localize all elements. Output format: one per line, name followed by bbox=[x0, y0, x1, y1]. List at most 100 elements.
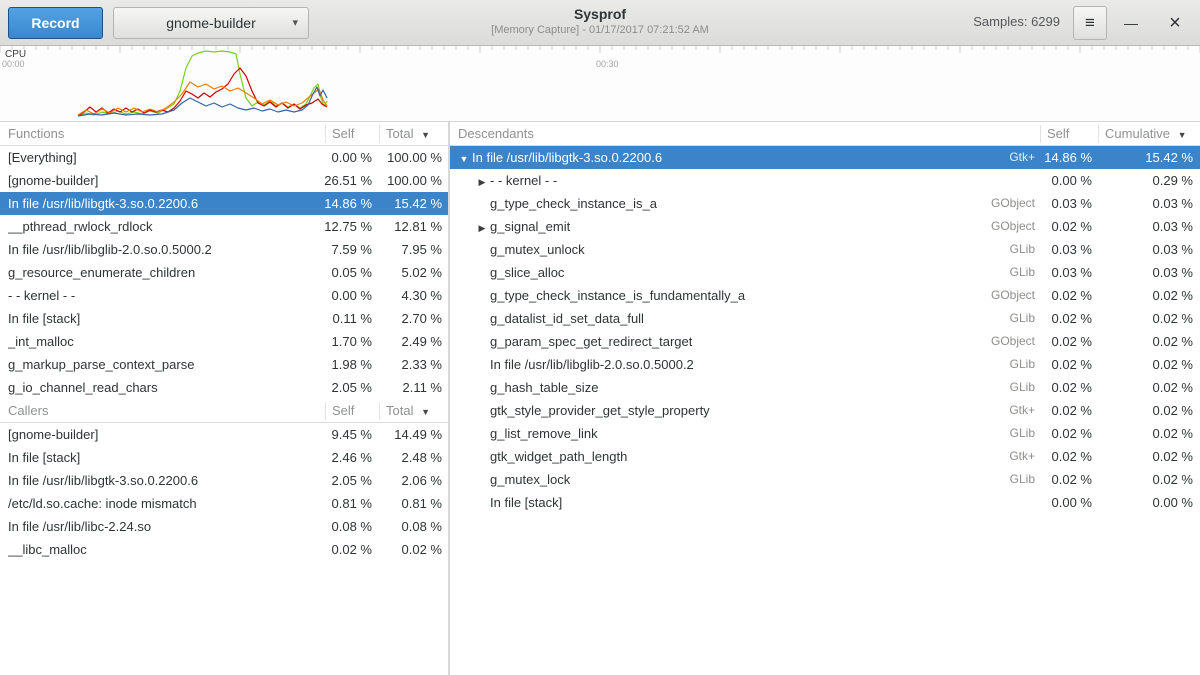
cell-library-name: GLib bbox=[1010, 238, 1035, 261]
table-row[interactable]: In file /usr/lib/libc-2.24.so0.08 %0.08 … bbox=[0, 515, 448, 538]
cell-function-name: ▶- - kernel - - bbox=[450, 169, 1030, 194]
cell-library-name: GObject bbox=[991, 215, 1035, 238]
cpu-graph[interactable]: CPU 00:00 00:30 bbox=[0, 46, 1200, 122]
tree-row[interactable]: ▶- - kernel - -0.00 %0.29 % bbox=[450, 169, 1200, 192]
table-row[interactable]: __libc_malloc0.02 %0.02 % bbox=[0, 538, 448, 561]
expander-icon[interactable]: ▶ bbox=[474, 217, 490, 240]
hamburger-icon: ≡ bbox=[1085, 13, 1095, 32]
table-row[interactable]: g_resource_enumerate_children0.05 %5.02 … bbox=[0, 261, 448, 284]
tree-row[interactable]: g_param_spec_get_redirect_targetGObject0… bbox=[450, 330, 1200, 353]
column-header-self[interactable]: Self bbox=[1047, 122, 1069, 146]
cell-cumulative-percent: 0.02 % bbox=[1153, 468, 1193, 491]
tree-row[interactable]: g_type_check_instance_is_fundamentally_a… bbox=[450, 284, 1200, 307]
time-tick-label-mid: 00:30 bbox=[596, 59, 619, 69]
cell-self-percent: 0.02 % bbox=[1052, 307, 1092, 330]
cell-total-percent: 2.06 % bbox=[402, 469, 442, 492]
cell-cumulative-percent: 0.03 % bbox=[1153, 238, 1193, 261]
close-button[interactable]: × bbox=[1160, 8, 1190, 38]
tree-row[interactable]: gtk_widget_path_lengthGtk+0.02 %0.02 % bbox=[450, 445, 1200, 468]
table-row[interactable]: In file /usr/lib/libgtk-3.so.0.2200.62.0… bbox=[0, 469, 448, 492]
table-row[interactable]: [gnome-builder]9.45 %14.49 % bbox=[0, 423, 448, 446]
column-header-total[interactable]: Total ▼ bbox=[386, 399, 430, 423]
callers-table-header: Callers Self Total ▼ bbox=[0, 399, 448, 423]
tree-row[interactable]: g_hash_table_sizeGLib0.02 %0.02 % bbox=[450, 376, 1200, 399]
function-name-label: g_slice_alloc bbox=[490, 265, 564, 280]
table-row[interactable]: _int_malloc1.70 %2.49 % bbox=[0, 330, 448, 353]
function-name-label: In file /usr/lib/libgtk-3.so.0.2200.6 bbox=[472, 150, 662, 165]
tree-row[interactable]: g_slice_allocGLib0.03 %0.03 % bbox=[450, 261, 1200, 284]
descendants-table-body: ▼In file /usr/lib/libgtk-3.so.0.2200.6 Gt… bbox=[450, 146, 1200, 514]
cell-total-percent: 2.33 % bbox=[402, 353, 442, 376]
cell-self-percent: 12.75 % bbox=[324, 215, 372, 238]
tree-row[interactable]: g_datalist_id_set_data_fullGLib0.02 %0.0… bbox=[450, 307, 1200, 330]
expander-icon[interactable]: ▼ bbox=[456, 148, 472, 171]
cell-self-percent: 0.08 % bbox=[332, 515, 372, 538]
table-row[interactable]: - - kernel - -0.00 %4.30 % bbox=[0, 284, 448, 307]
cell-library-name: GLib bbox=[1010, 376, 1035, 399]
cell-function-name: In file [stack] bbox=[450, 491, 1030, 514]
table-row[interactable]: [Everything]0.00 %100.00 % bbox=[0, 146, 448, 169]
table-row[interactable]: __pthread_rwlock_rdlock12.75 %12.81 % bbox=[0, 215, 448, 238]
table-row[interactable]: In file [stack]0.11 %2.70 % bbox=[0, 307, 448, 330]
tree-row[interactable]: ▼In file /usr/lib/libgtk-3.so.0.2200.6 Gt… bbox=[450, 146, 1200, 169]
function-name-label: g_param_spec_get_redirect_target bbox=[490, 334, 692, 349]
cell-self-percent: 0.02 % bbox=[1052, 330, 1092, 353]
column-header-total-label: Total bbox=[386, 126, 413, 141]
column-header-callers[interactable]: Callers bbox=[8, 399, 48, 423]
sort-descending-icon: ▼ bbox=[421, 407, 430, 417]
cell-function-name: - - kernel - - bbox=[8, 284, 322, 307]
tree-row[interactable]: g_type_check_instance_is_aGObject0.03 %0… bbox=[450, 192, 1200, 215]
tree-row[interactable]: g_mutex_unlockGLib0.03 %0.03 % bbox=[450, 238, 1200, 261]
function-name-label: g_type_check_instance_is_a bbox=[490, 196, 657, 211]
tree-row[interactable]: In file /usr/lib/libglib-2.0.so.0.5000.2… bbox=[450, 353, 1200, 376]
cell-cumulative-percent: 0.02 % bbox=[1153, 445, 1193, 468]
table-row[interactable]: In file [stack]2.46 %2.48 % bbox=[0, 446, 448, 469]
tree-row[interactable]: g_list_remove_linkGLib0.02 %0.02 % bbox=[450, 422, 1200, 445]
table-row[interactable]: In file /usr/lib/libglib-2.0.so.0.5000.2… bbox=[0, 238, 448, 261]
expander-icon[interactable]: ▶ bbox=[474, 171, 490, 194]
cell-library-name: Gtk+ bbox=[1009, 146, 1035, 169]
table-row[interactable]: g_io_channel_read_chars2.05 %2.11 % bbox=[0, 376, 448, 399]
function-name-label: gtk_style_provider_get_style_property bbox=[490, 403, 710, 418]
cell-function-name: In file /usr/lib/libgtk-3.so.0.2200.6 bbox=[8, 192, 322, 215]
column-separator bbox=[1040, 125, 1041, 143]
cell-self-percent: 2.05 % bbox=[332, 469, 372, 492]
samples-count: Samples: 6299 bbox=[973, 14, 1060, 29]
cell-self-percent: 2.46 % bbox=[332, 446, 372, 469]
table-row[interactable]: In file /usr/lib/libgtk-3.so.0.2200.614.… bbox=[0, 192, 448, 215]
descendants-table-header: Descendants Self Cumulative ▼ bbox=[450, 122, 1200, 146]
cell-function-name: g_hash_table_size bbox=[450, 376, 1030, 399]
cell-cumulative-percent: 15.42 % bbox=[1145, 146, 1193, 169]
column-header-self[interactable]: Self bbox=[332, 399, 354, 423]
tree-row[interactable]: In file [stack]0.00 %0.00 % bbox=[450, 491, 1200, 514]
cell-self-percent: 9.45 % bbox=[332, 423, 372, 446]
column-header-functions[interactable]: Functions bbox=[8, 122, 64, 146]
tree-row[interactable]: gtk_style_provider_get_style_propertyGtk… bbox=[450, 399, 1200, 422]
function-name-label: In file [stack] bbox=[490, 495, 562, 510]
cell-function-name: [gnome-builder] bbox=[8, 169, 322, 192]
table-row[interactable]: [gnome-builder]26.51 %100.00 % bbox=[0, 169, 448, 192]
cell-library-name: GObject bbox=[991, 284, 1035, 307]
column-header-total[interactable]: Total ▼ bbox=[386, 122, 430, 146]
function-name-label: g_signal_emit bbox=[490, 219, 570, 234]
table-row[interactable]: g_markup_parse_context_parse1.98 %2.33 % bbox=[0, 353, 448, 376]
column-header-self[interactable]: Self bbox=[332, 122, 354, 146]
tree-row[interactable]: g_mutex_lockGLib0.02 %0.02 % bbox=[450, 468, 1200, 491]
record-button[interactable]: Record bbox=[8, 7, 103, 39]
chevron-down-icon: ▾ bbox=[292, 16, 298, 29]
menu-button[interactable]: ≡ bbox=[1073, 6, 1107, 40]
cell-function-name: g_list_remove_link bbox=[450, 422, 1030, 445]
cell-self-percent: 0.03 % bbox=[1052, 261, 1092, 284]
process-selector[interactable]: gnome-builder ▾ bbox=[113, 7, 309, 39]
column-header-cumulative[interactable]: Cumulative ▼ bbox=[1105, 122, 1187, 146]
tree-row[interactable]: ▶g_signal_emitGObject0.02 %0.03 % bbox=[450, 215, 1200, 238]
table-row[interactable]: /etc/ld.so.cache: inode mismatch0.81 %0.… bbox=[0, 492, 448, 515]
cell-self-percent: 26.51 % bbox=[324, 169, 372, 192]
cell-function-name: _int_malloc bbox=[8, 330, 322, 353]
cell-total-percent: 2.70 % bbox=[402, 307, 442, 330]
minimize-button[interactable]: — bbox=[1116, 8, 1146, 38]
column-header-descendants[interactable]: Descendants bbox=[458, 122, 534, 146]
cell-function-name: /etc/ld.so.cache: inode mismatch bbox=[8, 492, 322, 515]
process-selector-label: gnome-builder bbox=[166, 15, 256, 31]
cell-function-name: g_mutex_lock bbox=[450, 468, 1030, 491]
